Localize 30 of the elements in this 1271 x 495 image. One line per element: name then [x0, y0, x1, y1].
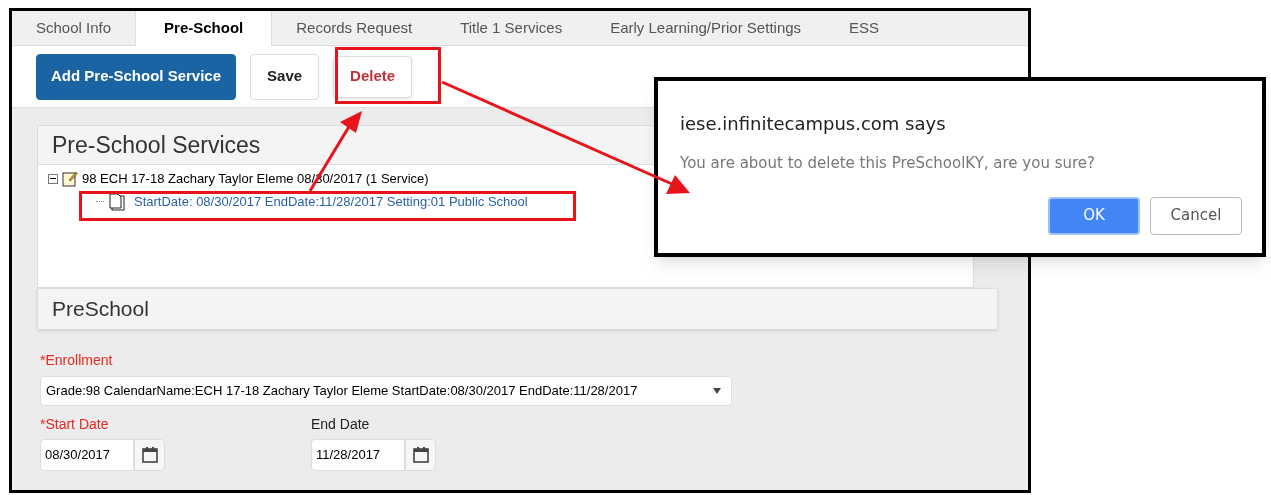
delete-button[interactable]: Delete	[333, 55, 413, 98]
tab[interactable]: School Info	[12, 11, 136, 45]
panel-title: Pre-School Services	[52, 130, 261, 160]
add-service-button[interactable]: Add Pre-School Service	[36, 53, 237, 100]
tab[interactable]: ESS	[825, 11, 904, 45]
calendar-button[interactable]	[134, 439, 165, 471]
dialog-title: iese.infinitecampus.com says	[680, 112, 947, 136]
field-label: *Start Date	[40, 415, 110, 434]
tab[interactable]: Pre-School	[135, 11, 273, 46]
calendar-icon	[140, 446, 159, 464]
field-label: *Enrollment	[40, 351, 114, 370]
tab[interactable]: Title 1 Services	[436, 11, 587, 45]
ok-button[interactable]: OK	[1048, 196, 1140, 235]
save-button[interactable]: Save	[250, 53, 320, 100]
dropdown-icon	[713, 388, 721, 394]
cancel-button[interactable]: Cancel	[1150, 196, 1242, 235]
collapse-icon[interactable]	[48, 173, 58, 184]
date-field[interactable]: 11/28/2017	[311, 439, 405, 471]
notepad-icon	[62, 170, 78, 187]
tab[interactable]: Early Learning/Prior Settings	[586, 11, 826, 45]
date-field[interactable]: 08/30/2017	[40, 439, 134, 471]
calendar-icon	[411, 446, 430, 464]
dialog-message: You are about to delete this PreSchoolKY, are you sure?	[680, 153, 1097, 174]
calendar-button[interactable]	[405, 439, 436, 471]
field-label: End Date	[311, 415, 371, 434]
tab[interactable]: Records Request	[272, 11, 437, 45]
tree-link[interactable]: StartDate: 08/30/2017 EndDate:11/28/2017 Setting:01 Public School	[134, 191, 528, 212]
enrollment-select[interactable]: Grade:98 CalendarName:ECH 17-18 Zachary Taylor Eleme StartDate:08/30/2017 EndDate:11/28/2017	[40, 376, 732, 406]
document-icon	[108, 192, 126, 211]
panel-title: PreSchool	[52, 296, 149, 323]
